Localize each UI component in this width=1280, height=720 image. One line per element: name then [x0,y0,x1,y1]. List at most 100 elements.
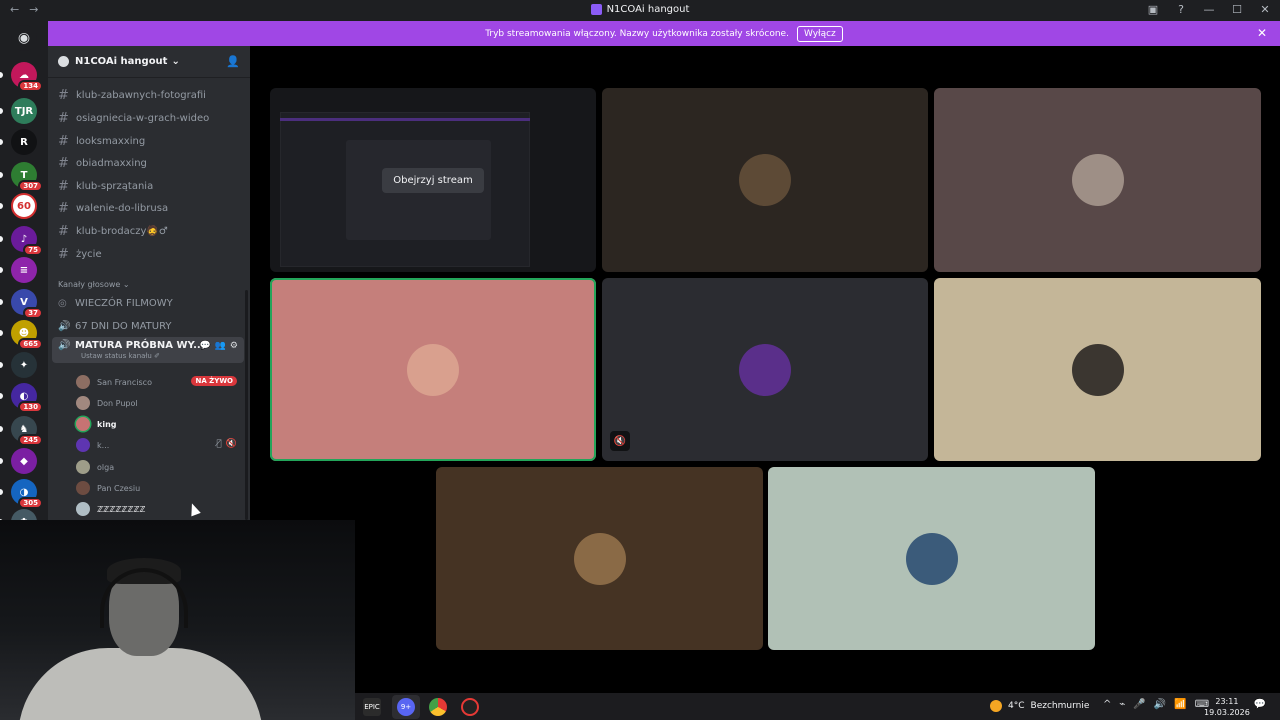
maximize-button[interactable]: ☐ [1230,3,1244,16]
server-icon[interactable]: ☁ 134 [11,62,43,92]
settings-gear-icon[interactable]: ⚙ [230,341,238,351]
avatar [739,154,791,206]
channel-item[interactable]: # klub-zabawnych-fotografii [52,85,244,105]
guild-header[interactable]: N1COAi hangout ⌄ 👤 [48,46,250,78]
channel-item[interactable]: # looksmaxxing [52,131,244,151]
system-tray: ^ ⌁ 🎤 🔊 📶 ⌨ [1103,699,1209,710]
stream-tile[interactable]: Obejrzyj stream [270,88,596,272]
speaker-icon: 🔊 [58,320,71,332]
discord-taskbar-icon[interactable]: 9+ [397,698,415,716]
server-icon[interactable]: V 37 [11,289,43,319]
voice-user[interactable]: k... 🎙̸ 🔇 [76,435,241,455]
voice-user[interactable]: Don Pupol [76,393,241,413]
participant-tile[interactable] [934,88,1261,272]
minimize-button[interactable]: — [1202,3,1216,16]
network-icon[interactable]: 📶 [1174,699,1186,710]
hash-icon: # [58,200,69,216]
avatar [76,438,90,452]
channel-item[interactable]: # obiadmaxxing [52,153,244,173]
unread-pill [0,108,3,114]
voice-channel-item[interactable]: ◎ WIECZÓR FILMOWY [52,293,244,313]
window-title-text: N1COAi hangout [606,4,690,15]
server-icon[interactable]: T 307 [11,162,43,192]
system-clock[interactable]: 23:11 19.03.2026 [1204,696,1250,718]
server-icon[interactable]: ≡ [11,257,37,283]
tray-overflow-icon[interactable]: ^ [1103,699,1111,710]
server-icon[interactable]: ♪ 75 [11,226,43,256]
os-taskbar: EPIC 9+ 4°C Bezchmurnie ^ ⌁ 🎤 🔊 📶 ⌨ 23:1… [355,693,1280,720]
server-icon[interactable]: ◑ 305 [11,479,43,509]
server-glyph: T [20,169,28,181]
voice-user[interactable]: Pan Czesiu [76,478,241,498]
unread-pill [0,489,3,495]
mention-badge: 305 [18,497,43,509]
server-icon[interactable]: ☻ 665 [11,320,43,350]
title-bar: ← → N1COAi hangout ▣ ? — ☐ ✕ [0,0,1280,21]
channel-status[interactable]: Ustaw status kanału ✐ [81,352,160,360]
notification-icon[interactable]: 💬 [1254,699,1266,710]
channel-item[interactable]: # klub-brodaczy🧔♂ [52,221,244,241]
hash-icon: # [58,110,69,126]
unread-pill [0,330,3,336]
participant-tile[interactable]: 🔇 [602,278,928,461]
weather-widget[interactable]: 4°C Bezchmurnie [990,700,1089,712]
epic-games-icon[interactable]: EPIC [363,698,381,716]
participant-tile[interactable] [602,88,928,272]
app-icon[interactable] [461,698,479,716]
server-icon[interactable]: ◐ 130 [11,383,43,413]
avatar [76,417,90,431]
close-button[interactable]: ✕ [1258,3,1272,16]
mention-badge: 75 [23,244,43,256]
discord-home-icon[interactable]: ◉ [11,25,37,51]
server-glyph: ≡ [19,264,29,276]
server-icon[interactable]: ✦ [11,352,37,378]
channel-item[interactable]: # klub-sprzątania [52,176,244,196]
mention-badge: 134 [18,80,43,92]
channel-item[interactable]: # osiagniecia-w-grach-wideo [52,108,244,128]
user-name: ℤℤℤℤℤℤℤℤ [97,504,146,514]
participant-tile[interactable] [436,467,763,650]
usb-icon[interactable]: ⌁ [1119,699,1125,710]
avatar [407,343,459,396]
active-voice-channel[interactable]: 🔊 MATURA PRÓBNA WY... Ustaw status kanał… [52,337,244,363]
chrome-icon[interactable] [429,698,447,716]
participant-tile-speaking[interactable] [270,278,596,461]
disable-streamer-mode-button[interactable]: Wyłącz [796,25,843,42]
sidebar-scrollbar[interactable] [245,290,248,520]
voice-channel-actions: 💬 👥 ⚙ [199,341,238,351]
inbox-icon[interactable]: ▣ [1146,3,1160,16]
server-icon[interactable]: ◆ [11,448,37,474]
voice-user[interactable]: olga [76,457,241,477]
add-member-icon[interactable]: 👥 [215,341,226,351]
watch-stream-button[interactable]: Obejrzyj stream [382,167,484,193]
chat-icon[interactable]: 💬 [199,341,210,351]
channel-item[interactable]: # walenie-do-librusa [52,198,244,218]
server-icon[interactable]: R [11,129,37,155]
window-controls: ▣ ? — ☐ ✕ [1146,3,1272,16]
channel-item[interactable]: # życie [52,244,244,264]
voice-user[interactable]: ℤℤℤℤℤℤℤℤ [76,499,241,519]
voice-user[interactable]: San Francisco NA ŻYWO [76,372,241,392]
hash-icon: # [58,133,69,149]
server-icon[interactable]: TJR [11,98,37,124]
voice-channel-item[interactable]: 🔊 67 DNI DO MATURY [52,316,244,336]
voice-category-label: Kanały głosowe [58,280,121,289]
microphone-icon[interactable]: 🎤 [1133,699,1145,710]
avatar [739,343,791,396]
webcam-overlay [0,520,355,720]
guild-icon [58,56,69,67]
server-glyph: TJR [14,105,34,117]
server-icon[interactable]: 60 [11,193,37,219]
help-icon[interactable]: ? [1174,3,1188,16]
unread-pill [0,267,3,273]
channel-name: looksmaxxing [76,135,146,147]
invite-icon[interactable]: 👤 [226,55,240,68]
volume-icon[interactable]: 🔊 [1154,699,1166,710]
voice-category-header[interactable]: Kanały głosowe ⌄ [58,280,130,289]
banner-close-icon[interactable]: ✕ [1257,26,1267,40]
participant-tile[interactable] [934,278,1261,461]
server-icon[interactable]: ♞ 245 [11,416,43,446]
user-status-icons: 🎙̸ 🔇 [216,439,237,449]
participant-tile[interactable] [768,467,1095,650]
voice-user[interactable]: king [76,414,241,434]
